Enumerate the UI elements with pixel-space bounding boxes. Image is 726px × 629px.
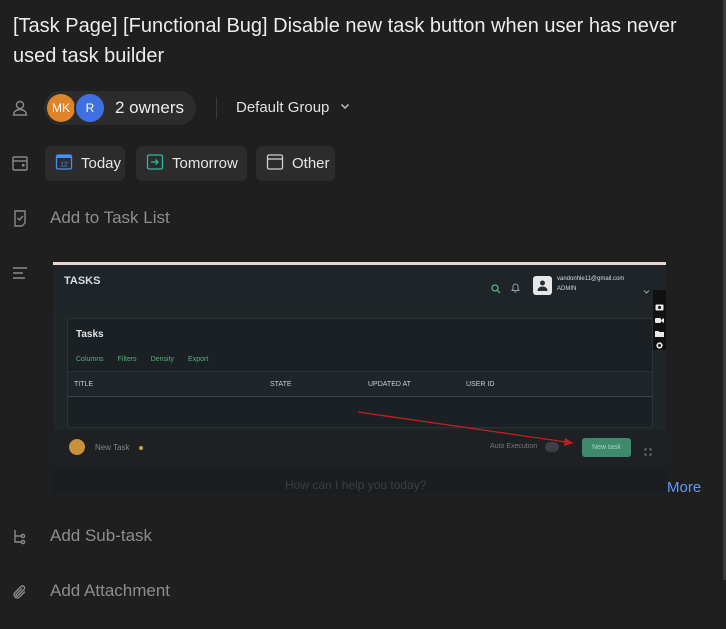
avatar-r[interactable]: R xyxy=(74,92,106,124)
more-link[interactable]: More xyxy=(667,479,701,496)
add-attachment[interactable]: Add Attachment xyxy=(50,581,170,601)
date-tomorrow-label: Tomorrow xyxy=(172,155,238,172)
description-icon xyxy=(10,263,30,283)
owners-divider xyxy=(216,97,217,119)
avatar-mk[interactable]: MK xyxy=(47,94,75,122)
subtask-icon xyxy=(10,527,30,547)
today-icon-number: 12 xyxy=(60,161,68,168)
calendar-tomorrow-icon xyxy=(146,153,164,175)
owners-count: 2 owners xyxy=(115,98,184,117)
date-today-button[interactable]: 12 Today xyxy=(45,146,125,181)
chevron-down-icon xyxy=(339,99,351,116)
date-other-label: Other xyxy=(292,155,330,172)
task-list-icon xyxy=(10,208,30,228)
group-label: Default Group xyxy=(236,99,330,116)
task-title[interactable]: [Task Page] [Functional Bug] Disable new… xyxy=(13,11,693,71)
description-screenshot[interactable]: TASKS vandonhle11@gmail.com ADMIN Tasks … xyxy=(53,262,666,494)
owners-chip[interactable]: MK R 2 owners xyxy=(44,91,196,125)
calendar-today-icon: 12 xyxy=(55,153,73,175)
person-icon xyxy=(10,98,30,118)
add-to-task-list[interactable]: Add to Task List xyxy=(50,208,170,228)
calendar-icon xyxy=(10,153,30,173)
date-today-label: Today xyxy=(81,155,122,172)
date-other-button[interactable]: Other xyxy=(256,146,335,181)
paperclip-icon xyxy=(10,582,30,602)
group-dropdown[interactable]: Default Group xyxy=(236,99,351,116)
red-arrow-annotation xyxy=(357,411,574,446)
calendar-other-icon xyxy=(266,153,284,175)
add-subtask[interactable]: Add Sub-task xyxy=(50,526,152,546)
date-tomorrow-button[interactable]: Tomorrow xyxy=(136,146,247,181)
